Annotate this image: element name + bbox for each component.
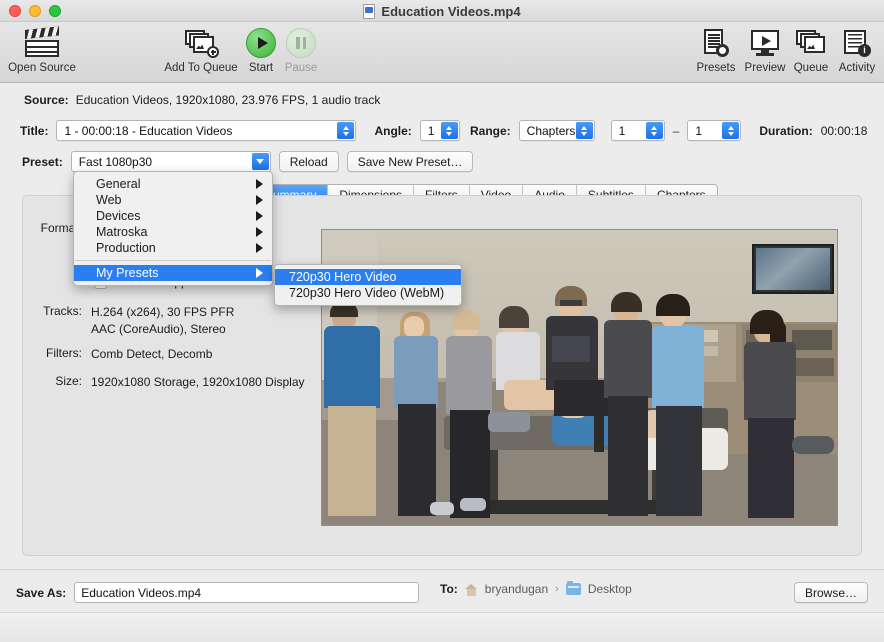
range-type-select[interactable]: Chapters: [518, 120, 595, 141]
window-bottom-strip: [0, 612, 884, 642]
angle-label: Angle:: [374, 123, 412, 138]
folder-icon: [565, 580, 581, 595]
range-type-arrows-icon[interactable]: [575, 122, 593, 139]
menu-item-label: Production: [96, 241, 156, 255]
close-window-button[interactable]: [9, 5, 21, 17]
destination-bar: Save As: Education Videos.mp4 To: bryand…: [0, 569, 884, 642]
browse-button[interactable]: Browse…: [793, 582, 868, 603]
menu-item-production[interactable]: Production: [74, 240, 272, 256]
menu-item-web[interactable]: Web: [74, 192, 272, 208]
title-row: Title: 1 - 00:00:18 - Education Videos A…: [20, 120, 460, 141]
menu-item-devices[interactable]: Devices: [74, 208, 272, 224]
duration-value: 00:00:18: [820, 123, 868, 138]
menu-item-label: Devices: [96, 209, 141, 223]
window-titlebar: Education Videos.mp4: [0, 0, 884, 22]
path-folder[interactable]: Desktop: [588, 582, 632, 596]
range-start-arrows-icon[interactable]: [645, 122, 663, 139]
reload-button[interactable]: Reload: [278, 151, 339, 172]
range-start-stepper[interactable]: 1: [610, 120, 665, 141]
window-title-group: Education Videos.mp4: [0, 0, 884, 22]
title-select-value: 1 - 00:00:18 - Education Videos: [64, 123, 233, 138]
menu-item-label: My Presets: [96, 266, 159, 280]
menu-item-label: Matroska: [96, 225, 148, 239]
pause-label: Pause: [284, 62, 318, 74]
range-start-value: 1: [618, 123, 626, 138]
handbrake-window: Education Videos.mp4 Open Source Add To …: [0, 0, 884, 642]
submenu-item-720p30-hero-video-webm[interactable]: 720p30 Hero Video (WebM): [275, 285, 461, 301]
menu-item-matroska[interactable]: Matroska: [74, 224, 272, 240]
main-toolbar: Open Source Add To Queue Start Pause Pre…: [0, 22, 884, 83]
submenu-arrow-icon: [256, 227, 263, 237]
range-type-value: Chapters: [526, 123, 576, 138]
home-folder-icon: [464, 583, 478, 596]
menu-item-label: Web: [96, 193, 122, 207]
title-label: Title:: [20, 123, 49, 138]
range-label: Range:: [470, 123, 511, 138]
submenu-arrow-icon: [256, 195, 263, 205]
submenu-arrow-icon: [256, 268, 263, 278]
size-label: Size:: [55, 374, 82, 388]
range-separator: –: [672, 123, 680, 138]
size-row: Size: 1920x1080 Storage, 1920x1080 Displ…: [29, 374, 305, 391]
submenu-arrow-icon: [256, 179, 263, 189]
tracks-video-value: H.264 (x264), 30 FPS PFR: [91, 305, 235, 319]
open-source-label: Open Source: [8, 62, 76, 74]
range-row: Range: Chapters 1 – 1 Duration: 00:00:18: [470, 120, 867, 141]
submenu-item-720p30-hero-video[interactable]: 720p30 Hero Video: [275, 269, 461, 285]
save-as-row: Save As: Education Videos.mp4: [16, 582, 420, 603]
submenu-arrow-icon: [256, 243, 263, 253]
preset-select[interactable]: Fast 1080p30: [70, 151, 271, 172]
path-separator: ›: [555, 583, 559, 595]
save-as-input[interactable]: Education Videos.mp4: [74, 582, 420, 603]
source-row: Source: Education Videos, 1920x1080, 23.…: [24, 93, 380, 107]
minimize-window-button[interactable]: [29, 5, 41, 17]
tracks-audio-value: AAC (CoreAudio), Stereo: [91, 322, 226, 336]
submenu-arrow-icon: [256, 211, 263, 221]
to-label: To:: [440, 582, 458, 596]
window-controls: [9, 5, 61, 17]
source-value: Education Videos, 1920x1080, 23.976 FPS,…: [75, 93, 381, 107]
my-presets-submenu[interactable]: 720p30 Hero Video 720p30 Hero Video (Web…: [274, 264, 462, 306]
preset-select-value: Fast 1080p30: [78, 154, 153, 169]
pause-button[interactable]: Pause: [262, 26, 340, 75]
title-select[interactable]: 1 - 00:00:18 - Education Videos: [56, 120, 357, 141]
activity-button[interactable]: i Activity: [818, 26, 884, 75]
window-title: Education Videos.mp4: [381, 3, 521, 19]
size-value: 1920x1080 Storage, 1920x1080 Display: [91, 375, 305, 389]
filters-value: Comb Detect, Decomb: [91, 347, 213, 361]
duration-label: Duration:: [759, 123, 813, 138]
activity-label: Activity: [838, 62, 876, 74]
angle-value: 1: [427, 123, 435, 138]
maximize-window-button[interactable]: [49, 5, 61, 17]
open-source-button[interactable]: Open Source: [3, 25, 81, 75]
tracks-row: Tracks: H.264 (x264), 30 FPS PFR AAC (Co…: [29, 304, 234, 338]
pause-icon: [286, 26, 316, 60]
destination-path-row: To: bryandugan › Desktop: [440, 580, 632, 596]
filters-row: Filters: Comb Detect, Decomb: [29, 346, 212, 363]
filters-label: Filters:: [46, 346, 82, 360]
source-label: Source:: [24, 93, 69, 107]
menu-item-general[interactable]: General: [74, 176, 272, 192]
title-stepper-arrows-icon[interactable]: [337, 122, 355, 139]
save-as-label: Save As:: [16, 585, 67, 600]
menu-separator: [75, 260, 271, 261]
path-user[interactable]: bryandugan: [485, 582, 548, 596]
clapperboard-icon: [25, 25, 59, 60]
angle-stepper[interactable]: 1: [419, 120, 460, 141]
range-end-arrows-icon[interactable]: [722, 122, 740, 139]
angle-stepper-arrows-icon[interactable]: [440, 122, 458, 139]
menu-item-my-presets[interactable]: My Presets: [74, 265, 272, 281]
save-new-preset-button[interactable]: Save New Preset…: [346, 151, 474, 172]
activity-log-icon: i: [844, 26, 871, 60]
tracks-label: Tracks:: [43, 304, 82, 318]
add-to-queue-icon: [185, 26, 219, 60]
preset-category-menu[interactable]: General Web Devices Matroska Production …: [73, 171, 273, 286]
document-icon: [363, 3, 376, 19]
menu-item-label: General: [96, 177, 141, 191]
chevron-down-icon[interactable]: [251, 153, 269, 170]
preset-label: Preset:: [22, 154, 63, 169]
preset-row: Preset: Fast 1080p30 Reload Save New Pre…: [22, 151, 474, 172]
range-end-value: 1: [695, 123, 703, 138]
range-end-stepper[interactable]: 1: [687, 120, 742, 141]
